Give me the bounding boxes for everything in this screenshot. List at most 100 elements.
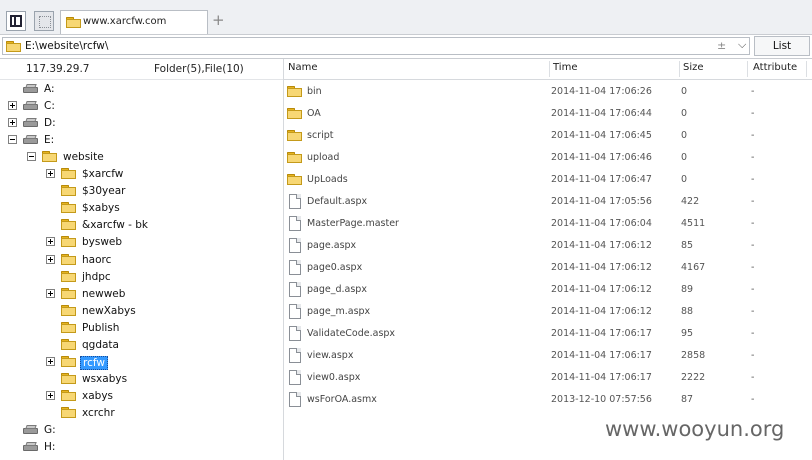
- file-row[interactable]: page0.aspx 2014-11-04 17:06:12 4167 -: [284, 257, 812, 279]
- file-row[interactable]: wsForOA.asmx 2013-12-10 07:57:56 87 -: [284, 389, 812, 411]
- blank-page-icon[interactable]: [34, 11, 54, 31]
- expand-icon[interactable]: [46, 288, 55, 298]
- tree-item[interactable]: G:: [0, 422, 280, 439]
- tree-item[interactable]: xcrchr: [0, 405, 280, 422]
- expand-icon[interactable]: [8, 118, 17, 128]
- folder-icon: [61, 168, 76, 180]
- folder-icon: [287, 86, 302, 97]
- tree-item[interactable]: newweb: [0, 286, 280, 303]
- collapse-icon[interactable]: [27, 152, 36, 162]
- watermark: www.wooyun.org: [605, 417, 785, 441]
- file-size: 0: [681, 108, 688, 119]
- expand-icon[interactable]: [46, 390, 55, 400]
- file-icon: [289, 216, 301, 231]
- list-button[interactable]: List: [754, 36, 810, 56]
- browser-tab[interactable]: www.xarcfw.com: [60, 10, 208, 34]
- file-time: 2014-11-04 17:06:12: [551, 306, 652, 317]
- chevron-down-icon[interactable]: ⌵: [738, 38, 746, 52]
- expand-icon[interactable]: [46, 169, 55, 179]
- tree-item[interactable]: jhdpc: [0, 269, 280, 286]
- column-attribute[interactable]: Attribute: [753, 62, 797, 73]
- column-divider[interactable]: [549, 61, 550, 77]
- expand-icon[interactable]: [46, 254, 55, 264]
- tree-item[interactable]: $xabys: [0, 200, 280, 217]
- tree-item[interactable]: E:: [0, 132, 280, 149]
- file-row[interactable]: upload 2014-11-04 17:06:46 0 -: [284, 147, 812, 169]
- tree-item[interactable]: C:: [0, 98, 280, 115]
- file-size: 2222: [681, 372, 706, 383]
- collapse-icon[interactable]: [8, 135, 17, 145]
- file-row[interactable]: Default.aspx 2014-11-04 17:05:56 422 -: [284, 191, 812, 213]
- column-divider[interactable]: [679, 61, 680, 77]
- file-attribute: -: [751, 108, 755, 119]
- folder-icon: [6, 41, 21, 52]
- tree-item-label: xabys: [82, 389, 113, 402]
- tree-item[interactable]: website: [0, 149, 280, 166]
- file-row[interactable]: OA 2014-11-04 17:06:44 0 -: [284, 103, 812, 125]
- expand-icon[interactable]: [46, 237, 55, 247]
- tree-item[interactable]: wsxabys: [0, 371, 280, 388]
- tree-item[interactable]: qgdata: [0, 337, 280, 354]
- tree-item-label: &xarcfw - bk: [82, 219, 149, 232]
- tree-item[interactable]: bysweb: [0, 234, 280, 251]
- column-size[interactable]: Size: [683, 62, 704, 73]
- path-text: E:\website\rcfw\: [25, 40, 109, 52]
- file-attribute: -: [751, 372, 755, 383]
- drive-icon: [23, 425, 39, 435]
- file-row[interactable]: page.aspx 2014-11-04 17:06:12 85 -: [284, 235, 812, 257]
- expand-icon[interactable]: [8, 101, 17, 111]
- file-row[interactable]: bin 2014-11-04 17:06:26 0 -: [284, 81, 812, 103]
- file-name: ValidateCode.aspx: [307, 328, 396, 339]
- expand-icon[interactable]: [46, 356, 55, 366]
- file-row[interactable]: UpLoads 2014-11-04 17:06:47 0 -: [284, 169, 812, 191]
- column-name[interactable]: Name: [288, 62, 318, 73]
- tree-item[interactable]: rcfw: [0, 354, 280, 371]
- column-divider[interactable]: [806, 61, 807, 77]
- tree-item[interactable]: Publish: [0, 320, 280, 337]
- tree-item-label: newweb: [82, 287, 126, 300]
- file-icon: [289, 392, 301, 407]
- folder-icon: [61, 185, 76, 197]
- tree-item[interactable]: $xarcfw: [0, 166, 280, 183]
- file-name: MasterPage.master: [307, 218, 399, 229]
- tree-item-label: jhdpc: [82, 270, 111, 283]
- path-input[interactable]: E:\website\rcfw\ ± ⌵: [2, 37, 750, 55]
- server-info: 117.39.29.7 Folder(5),File(10): [0, 59, 283, 80]
- file-row[interactable]: view.aspx 2014-11-04 17:06:17 2858 -: [284, 345, 812, 367]
- file-row[interactable]: ValidateCode.aspx 2014-11-04 17:06:17 95 -: [284, 323, 812, 345]
- file-row[interactable]: page_d.aspx 2014-11-04 17:06:12 89 -: [284, 279, 812, 301]
- file-attribute: -: [751, 394, 755, 405]
- file-attribute: -: [751, 174, 755, 185]
- tree-item-label: Publish: [82, 321, 120, 334]
- drive-icon: [23, 84, 39, 94]
- folder-icon: [61, 253, 76, 265]
- tree-item[interactable]: H:: [0, 439, 280, 456]
- column-time[interactable]: Time: [553, 62, 577, 73]
- tree-item[interactable]: newXabys: [0, 303, 280, 320]
- file-size: 4511: [681, 218, 706, 229]
- file-name: bin: [307, 86, 322, 97]
- file-attribute: -: [751, 152, 755, 163]
- tree-item[interactable]: $30year: [0, 183, 280, 200]
- folder-icon: [61, 287, 76, 299]
- tree-item-label: A:: [44, 83, 55, 95]
- file-row[interactable]: script 2014-11-04 17:06:45 0 -: [284, 125, 812, 147]
- new-tab-button[interactable]: +: [212, 13, 225, 28]
- file-icon: [289, 370, 301, 385]
- sidebar-toggle-icon[interactable]: [6, 11, 26, 31]
- tree-item[interactable]: xabys: [0, 388, 280, 405]
- file-row[interactable]: MasterPage.master 2014-11-04 17:06:04 4511…: [284, 213, 812, 235]
- file-icon: [289, 304, 301, 319]
- tab-title: www.xarcfw.com: [83, 16, 167, 27]
- folder-icon: [287, 108, 302, 119]
- file-row[interactable]: view0.aspx 2014-11-04 17:06:17 2222 -: [284, 367, 812, 389]
- tree-item[interactable]: A:: [0, 81, 280, 98]
- plus-minus-icon[interactable]: ±: [717, 39, 726, 52]
- file-row[interactable]: page_m.aspx 2014-11-04 17:06:12 88 -: [284, 301, 812, 323]
- folder-icon: [66, 17, 81, 28]
- column-divider[interactable]: [747, 61, 748, 77]
- tree-item[interactable]: haorc: [0, 252, 280, 269]
- tree-item[interactable]: D:: [0, 115, 280, 132]
- folder-icon: [61, 202, 76, 214]
- tree-item[interactable]: &xarcfw - bk: [0, 217, 280, 234]
